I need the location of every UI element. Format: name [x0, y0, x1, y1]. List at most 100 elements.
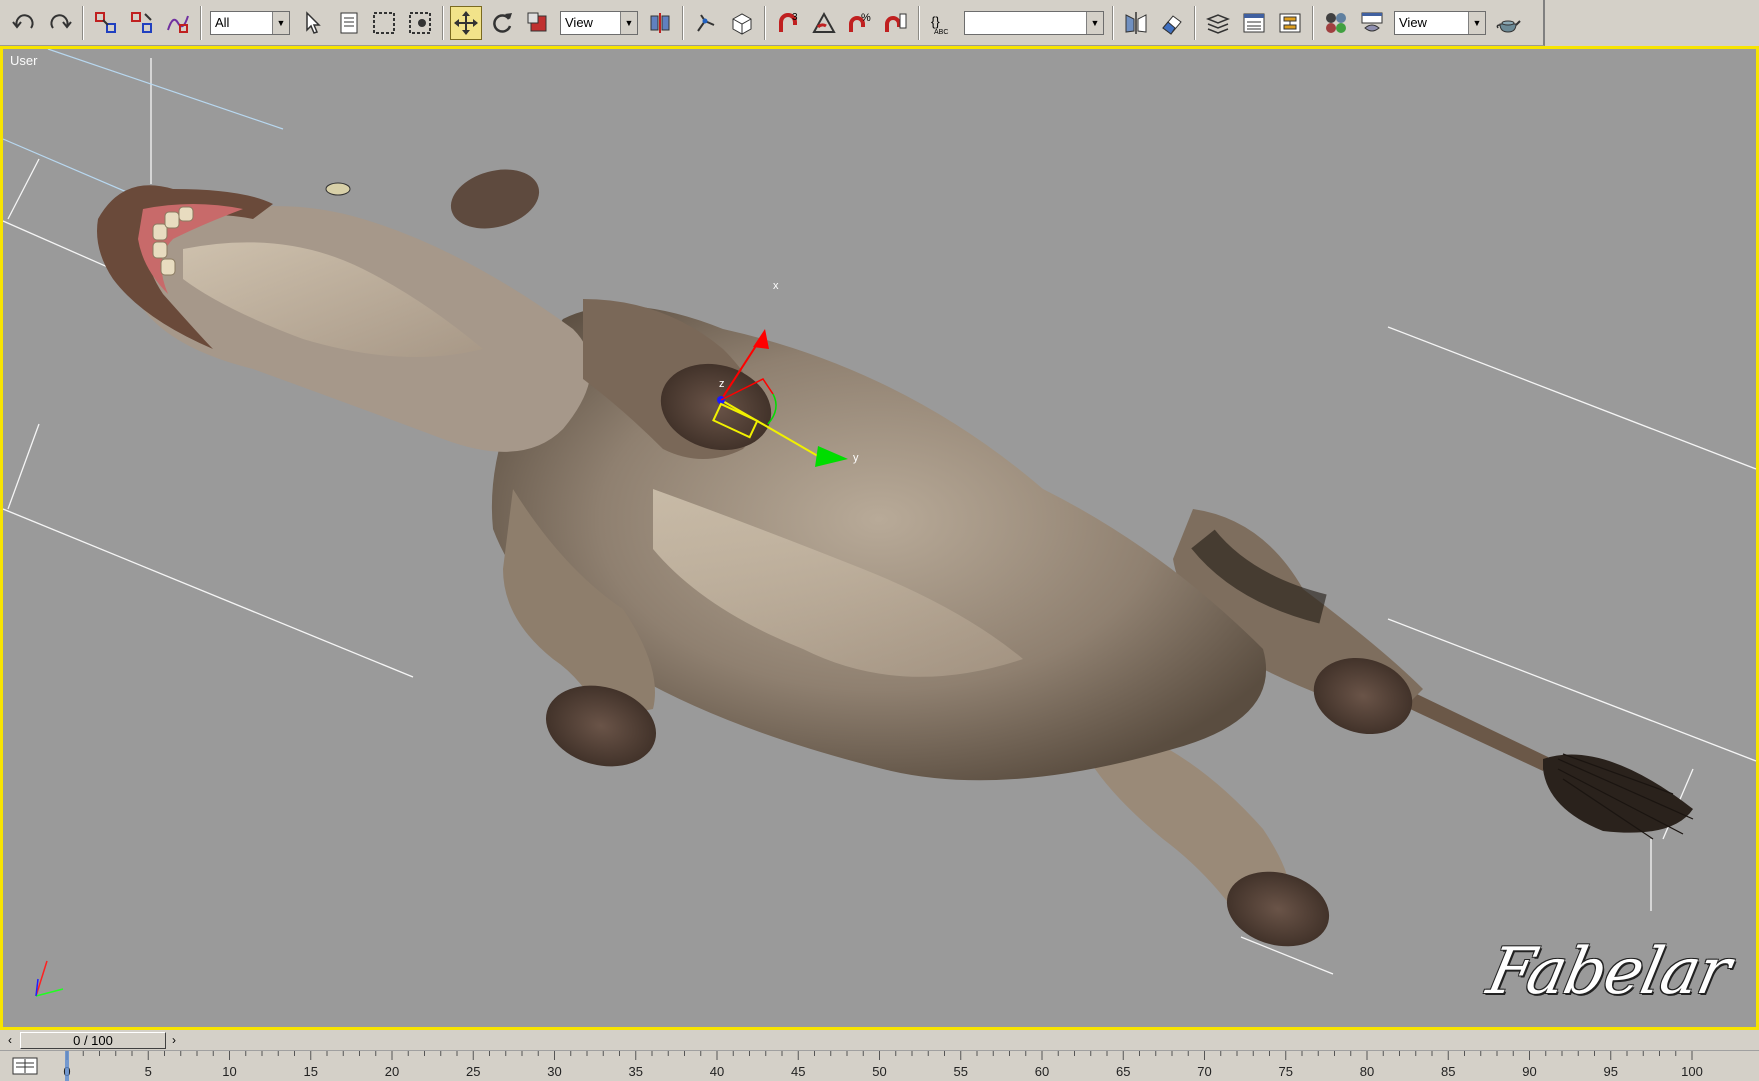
select-and-move-icon: [454, 10, 478, 35]
redo-icon: [50, 13, 72, 29]
rectangular-selection-button[interactable]: [368, 6, 400, 40]
select-and-move-button[interactable]: [450, 5, 482, 40]
toolbar-separator: [1194, 5, 1196, 40]
keyboard-shortcut-override-icon: [732, 12, 752, 35]
render-production-button[interactable]: [1492, 6, 1524, 40]
undo-button[interactable]: [8, 6, 40, 40]
mirror-button[interactable]: [1120, 6, 1152, 40]
select-and-rotate-button[interactable]: [486, 6, 518, 40]
use-pivot-center-button[interactable]: [644, 6, 676, 40]
ruler-tick-label: 100: [1681, 1064, 1703, 1079]
material-editor-icon: [1326, 12, 1346, 33]
select-and-link-button[interactable]: [90, 6, 122, 40]
render-setup-button[interactable]: [1356, 6, 1388, 40]
track-bar[interactable]: 0510152025303540455055606570758085909510…: [0, 1050, 1759, 1081]
svg-text:%: %: [861, 12, 871, 24]
perspective-viewport[interactable]: x y z User Fabelar: [0, 46, 1759, 1030]
svg-text:3: 3: [792, 12, 798, 23]
gizmo-x-label: x: [773, 280, 779, 292]
ruler-tick-label: 15: [304, 1064, 318, 1079]
ruler-tick-label: 75: [1279, 1064, 1293, 1079]
fabelar-watermark: Fabelar: [1480, 935, 1736, 1009]
ruler-tick-label: 10: [222, 1064, 236, 1079]
toolbar-separator: [442, 5, 444, 40]
frame-ruler[interactable]: 0510152025303540455055606570758085909510…: [60, 1051, 1750, 1081]
named-selection-sets-dropdown[interactable]: ▼: [964, 10, 1104, 35]
svg-text:{}: {}: [931, 14, 940, 29]
schematic-view-icon: [1279, 13, 1301, 32]
bind-to-space-warp-icon: [167, 15, 189, 33]
select-and-manipulate-icon: [697, 13, 715, 32]
percent-snap-icon: %: [849, 12, 871, 32]
ruler-tick-label: 30: [547, 1064, 561, 1079]
time-slider[interactable]: ‹ 0 / 100 ›: [0, 1031, 1759, 1049]
gizmo-z-label: z: [719, 378, 725, 390]
toolbar-separator: [682, 5, 684, 40]
ruler-tick-label: 85: [1441, 1064, 1455, 1079]
select-object-button[interactable]: [296, 6, 328, 40]
undo-icon: [12, 13, 34, 29]
toolbar-separator: [82, 5, 84, 40]
bind-to-space-warp-button[interactable]: [162, 6, 194, 40]
select-and-rotate-icon: [493, 12, 512, 33]
schematic-view-button[interactable]: [1274, 6, 1306, 40]
ruler-tick-label: 25: [466, 1064, 480, 1079]
time-slider-bar: ‹ 0 / 100 ›: [0, 1030, 1759, 1050]
unlink-selection-icon: [131, 11, 152, 33]
ruler-tick-label: 55: [954, 1064, 968, 1079]
selection-filter-dropdown[interactable]: All ▼: [210, 10, 290, 35]
layer-manager-button[interactable]: [1202, 6, 1234, 40]
render-type-dropdown[interactable]: View ▼: [1394, 10, 1486, 35]
window-crossing-button[interactable]: [404, 6, 436, 40]
main-toolbar: All ▼ View ▼ 3 % {} ABC ▼ View ▼: [0, 0, 1545, 46]
angle-snap-icon: [812, 11, 836, 33]
percent-snap-button[interactable]: %: [844, 6, 876, 40]
toolbar-separator: [1312, 5, 1314, 40]
ruler-tick-label: 45: [791, 1064, 805, 1079]
time-slider-thumb[interactable]: 0 / 100: [20, 1032, 166, 1049]
snaps-toggle-button[interactable]: 3: [772, 6, 804, 40]
next-frame-icon[interactable]: ›: [166, 1032, 182, 1048]
gizmo-y-label: y: [853, 452, 859, 464]
render-type-value: View: [1399, 15, 1427, 30]
curve-editor-button[interactable]: [1238, 6, 1270, 40]
world-axis-tripod-icon: [35, 960, 64, 997]
ruler-tick-label: 50: [872, 1064, 886, 1079]
ruler-tick-label: 60: [1035, 1064, 1049, 1079]
viewport-label[interactable]: User: [10, 53, 37, 68]
angle-snap-button[interactable]: [808, 6, 840, 40]
render-teapot-icon: [1496, 19, 1521, 33]
select-and-manipulate-button[interactable]: [690, 6, 722, 40]
ruler-tick-label: 40: [710, 1064, 724, 1079]
curve-editor-icon: [1243, 13, 1265, 32]
mirror-icon: [1125, 11, 1147, 34]
ruler-tick-label: 5: [145, 1064, 152, 1079]
svg-text:ABC: ABC: [934, 29, 948, 36]
ruler-tick-label: 80: [1360, 1064, 1374, 1079]
edit-named-selection-button[interactable]: {} ABC: [926, 6, 958, 40]
ruler-tick-label: 65: [1116, 1064, 1130, 1079]
toolbar-separator: [200, 5, 202, 40]
open-mini-curve-editor-icon[interactable]: [10, 1055, 40, 1077]
reference-coordinate-dropdown[interactable]: View ▼: [560, 10, 638, 35]
guide-lines-blue: [3, 49, 284, 200]
spinner-snap-button[interactable]: [880, 6, 912, 40]
select-by-name-icon: [340, 12, 358, 33]
viewport-scene: x y z: [3, 49, 1756, 997]
toolbar-separator: [764, 5, 766, 40]
previous-frame-icon[interactable]: ‹: [2, 1032, 18, 1048]
ruler-tick-label: 95: [1604, 1064, 1618, 1079]
reference-coordinate-value: View: [565, 15, 593, 30]
ruler-tick-label: 35: [629, 1064, 643, 1079]
unlink-selection-button[interactable]: [126, 6, 158, 40]
redo-button[interactable]: [44, 6, 76, 40]
ruler-tick-label: 70: [1197, 1064, 1211, 1079]
material-editor-button[interactable]: [1320, 6, 1352, 40]
ruler-tick-label: 20: [385, 1064, 399, 1079]
select-by-name-button[interactable]: [332, 6, 364, 40]
align-button[interactable]: [1156, 6, 1188, 40]
current-frame-marker[interactable]: [65, 1051, 69, 1081]
selection-filter-value: All: [215, 15, 230, 30]
keyboard-shortcut-override-button[interactable]: [726, 6, 758, 40]
select-and-scale-button[interactable]: [522, 6, 554, 40]
